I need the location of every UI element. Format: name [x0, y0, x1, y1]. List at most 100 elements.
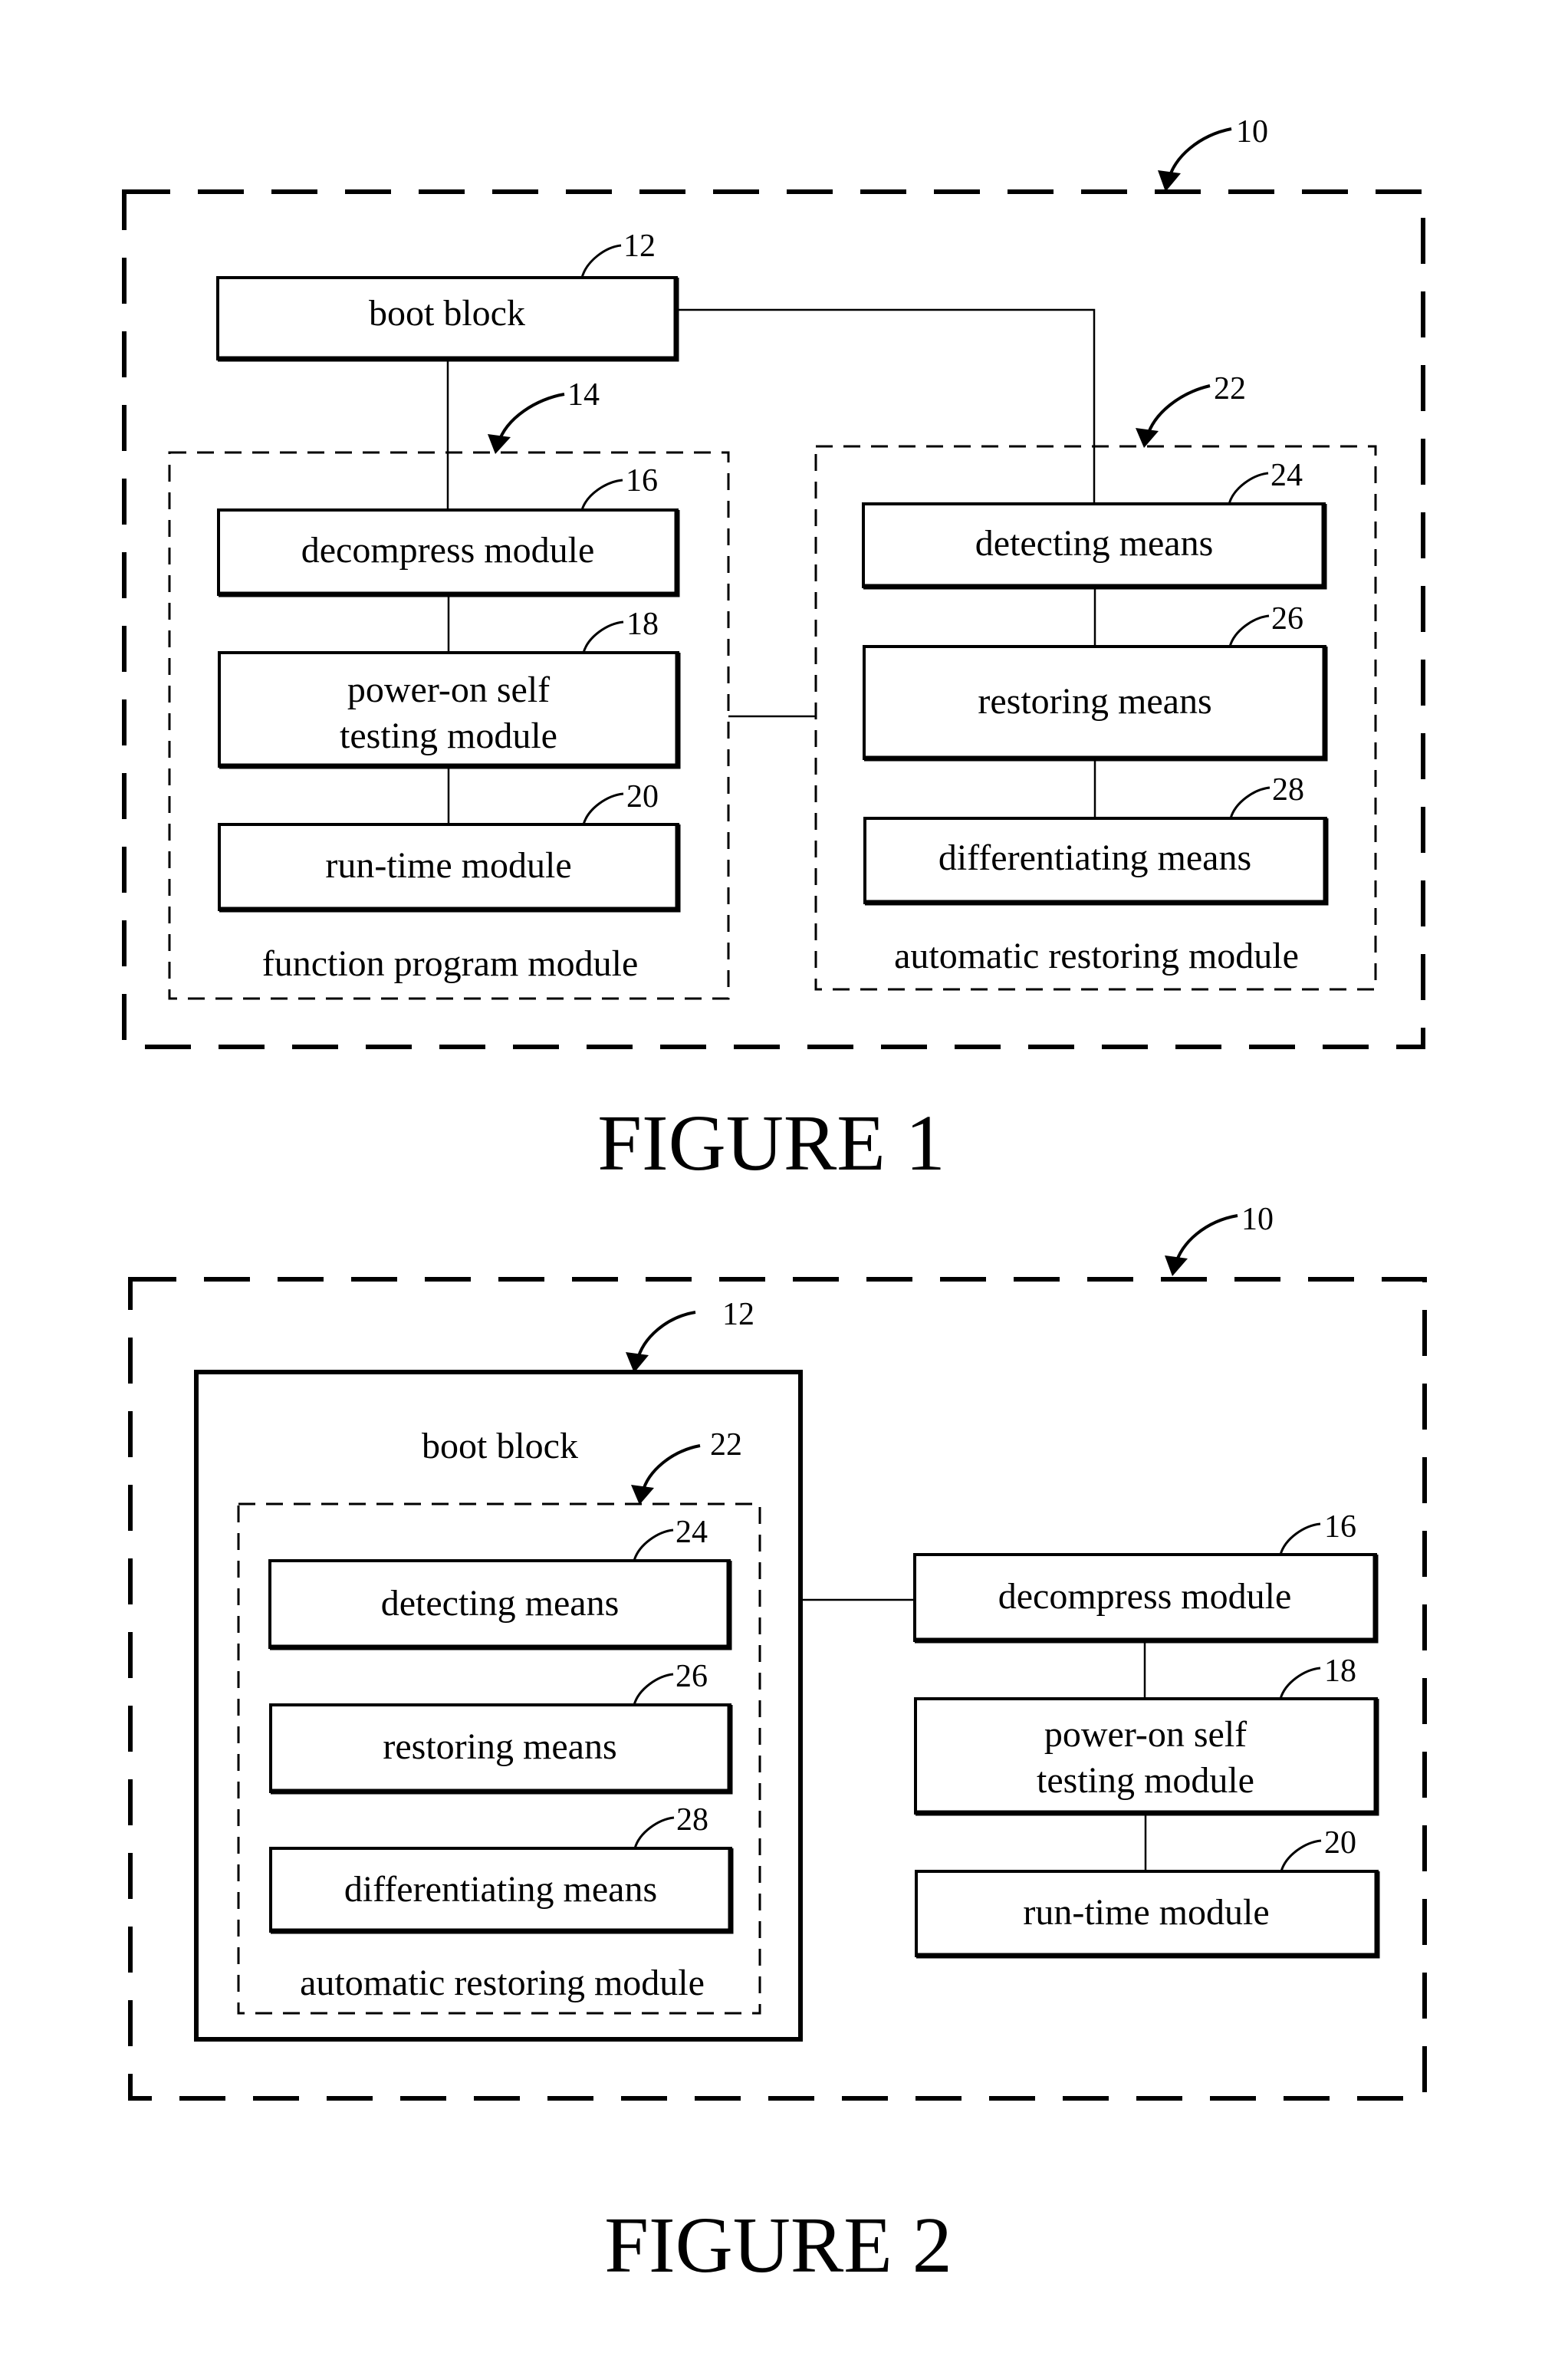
boot-block-label: boot block	[369, 293, 525, 334]
boot-block: boot block	[216, 276, 679, 362]
ref-numeral-12: 12	[623, 229, 656, 264]
ref-22-pointer: 22	[1136, 371, 1246, 448]
ref-10-pointer: 10	[1165, 1202, 1274, 1276]
restoring-means-label: restoring means	[978, 681, 1211, 722]
ref-16-leader: 16	[580, 463, 658, 511]
curved-arrow-icon	[636, 1311, 696, 1362]
detecting-means: detecting means	[268, 1559, 732, 1650]
curved-arrow-icon	[1174, 1214, 1238, 1266]
detecting-means-label: detecting means	[975, 523, 1214, 564]
curved-arrow-icon	[641, 1444, 701, 1493]
run-time-module-label: run-time module	[325, 845, 571, 886]
leader-line	[1280, 1839, 1322, 1872]
post-module-label-line2: testing module	[1037, 1760, 1254, 1801]
ref-numeral-20: 20	[1324, 1825, 1356, 1861]
ref-28-leader: 28	[1229, 772, 1304, 819]
leader-line	[1228, 472, 1269, 505]
ref-numeral-12: 12	[722, 1297, 754, 1332]
ref-numeral-16: 16	[626, 463, 658, 499]
figure-1: 10 boot block 12 function program module…	[122, 114, 1425, 1187]
leader-line	[580, 479, 623, 511]
ref-numeral-10: 10	[1241, 1202, 1274, 1237]
ref-numeral-10: 10	[1236, 114, 1268, 150]
run-time-module-label: run-time module	[1023, 1892, 1269, 1933]
differentiating-means: differentiating means	[269, 1847, 734, 1934]
ref-26-leader: 26	[633, 1659, 708, 1706]
ref-numeral-22: 22	[710, 1427, 742, 1463]
decompress-module-label: decompress module	[301, 530, 595, 571]
ref-18-leader: 18	[1279, 1654, 1356, 1700]
patent-drawing: 10 boot block 12 function program module…	[122, 114, 1427, 2289]
run-time-module: run-time module	[915, 1870, 1380, 1959]
function-program-module-label: function program module	[262, 943, 639, 984]
post-module-label-line2: testing module	[340, 716, 557, 756]
restoring-means: restoring means	[269, 1703, 733, 1795]
ref-20-leader: 20	[582, 779, 659, 825]
differentiating-means-label: differentiating means	[938, 837, 1251, 878]
decompress-module-label: decompress module	[998, 1576, 1292, 1617]
leader-line	[1228, 614, 1270, 647]
curved-arrow-icon	[1146, 384, 1211, 438]
ref-12-pointer: 12	[626, 1297, 754, 1373]
leader-line	[582, 792, 624, 825]
automatic-restoring-module-label: automatic restoring module	[894, 936, 1299, 976]
decompress-module: decompress module	[913, 1553, 1379, 1644]
ref-numeral-20: 20	[626, 779, 659, 814]
automatic-restoring-module-label: automatic restoring module	[300, 1963, 705, 2003]
arrowhead-icon	[626, 1352, 649, 1373]
detecting-means-label: detecting means	[381, 1583, 620, 1624]
ref-22-pointer: 22	[631, 1427, 742, 1505]
ref-numeral-28: 28	[1272, 772, 1304, 808]
arrowhead-icon	[1165, 1255, 1188, 1276]
boot-block-label: boot block	[422, 1426, 578, 1466]
leader-line	[633, 1673, 674, 1706]
ref-12-leader: 12	[580, 229, 656, 278]
ref-24-leader: 24	[1228, 458, 1303, 505]
arrowhead-icon	[488, 434, 511, 454]
ref-18-leader: 18	[582, 607, 659, 653]
leader-line	[580, 244, 622, 278]
ref-numeral-24: 24	[676, 1515, 708, 1550]
leader-line	[1279, 1667, 1321, 1700]
run-time-module: run-time module	[218, 823, 681, 913]
ref-numeral-18: 18	[1324, 1654, 1356, 1689]
ref-numeral-22: 22	[1214, 371, 1246, 406]
figure-1-caption: FIGURE 1	[597, 1099, 945, 1187]
ref-numeral-26: 26	[1271, 601, 1303, 637]
ref-numeral-26: 26	[676, 1659, 708, 1694]
leader-line	[1279, 1522, 1321, 1555]
differentiating-means-label: differentiating means	[344, 1869, 657, 1910]
arrowhead-icon	[631, 1485, 654, 1505]
ref-28-leader: 28	[633, 1802, 708, 1849]
arrowhead-icon	[1136, 428, 1159, 448]
restoring-means: restoring means	[863, 645, 1328, 762]
ref-numeral-24: 24	[1271, 458, 1303, 493]
connector-boot-to-detecting	[676, 308, 1096, 502]
detecting-means: detecting means	[862, 502, 1327, 590]
post-module-label-line1: power-on self	[347, 670, 550, 710]
ref-numeral-28: 28	[676, 1802, 708, 1838]
decompress-module: decompress module	[217, 508, 680, 597]
ref-numeral-18: 18	[626, 607, 659, 642]
figure-2: 10 boot block 12 automatic restoring mod…	[128, 1202, 1427, 2289]
ref-14-pointer: 14	[488, 377, 600, 454]
curved-arrow-icon	[497, 393, 565, 444]
ref-numeral-16: 16	[1324, 1509, 1356, 1545]
ref-16-leader: 16	[1279, 1509, 1356, 1555]
leader-line	[633, 1529, 674, 1561]
ref-24-leader: 24	[633, 1515, 708, 1561]
post-module-label-line1: power-on self	[1044, 1714, 1247, 1755]
ref-numeral-14: 14	[567, 377, 600, 413]
leader-line	[1229, 786, 1271, 819]
restoring-means-label: restoring means	[383, 1726, 616, 1767]
ref-10-pointer: 10	[1158, 114, 1268, 192]
figure-2-caption: FIGURE 2	[604, 2201, 952, 2289]
ref-26-leader: 26	[1228, 601, 1303, 647]
differentiating-means: differentiating means	[863, 817, 1329, 906]
leader-line	[582, 620, 624, 653]
leader-line	[633, 1816, 675, 1849]
post-module: power-on self testing module	[914, 1697, 1379, 1816]
ref-20-leader: 20	[1280, 1825, 1356, 1872]
arrowhead-icon	[1158, 170, 1181, 192]
post-module: power-on self testing module	[218, 651, 681, 769]
